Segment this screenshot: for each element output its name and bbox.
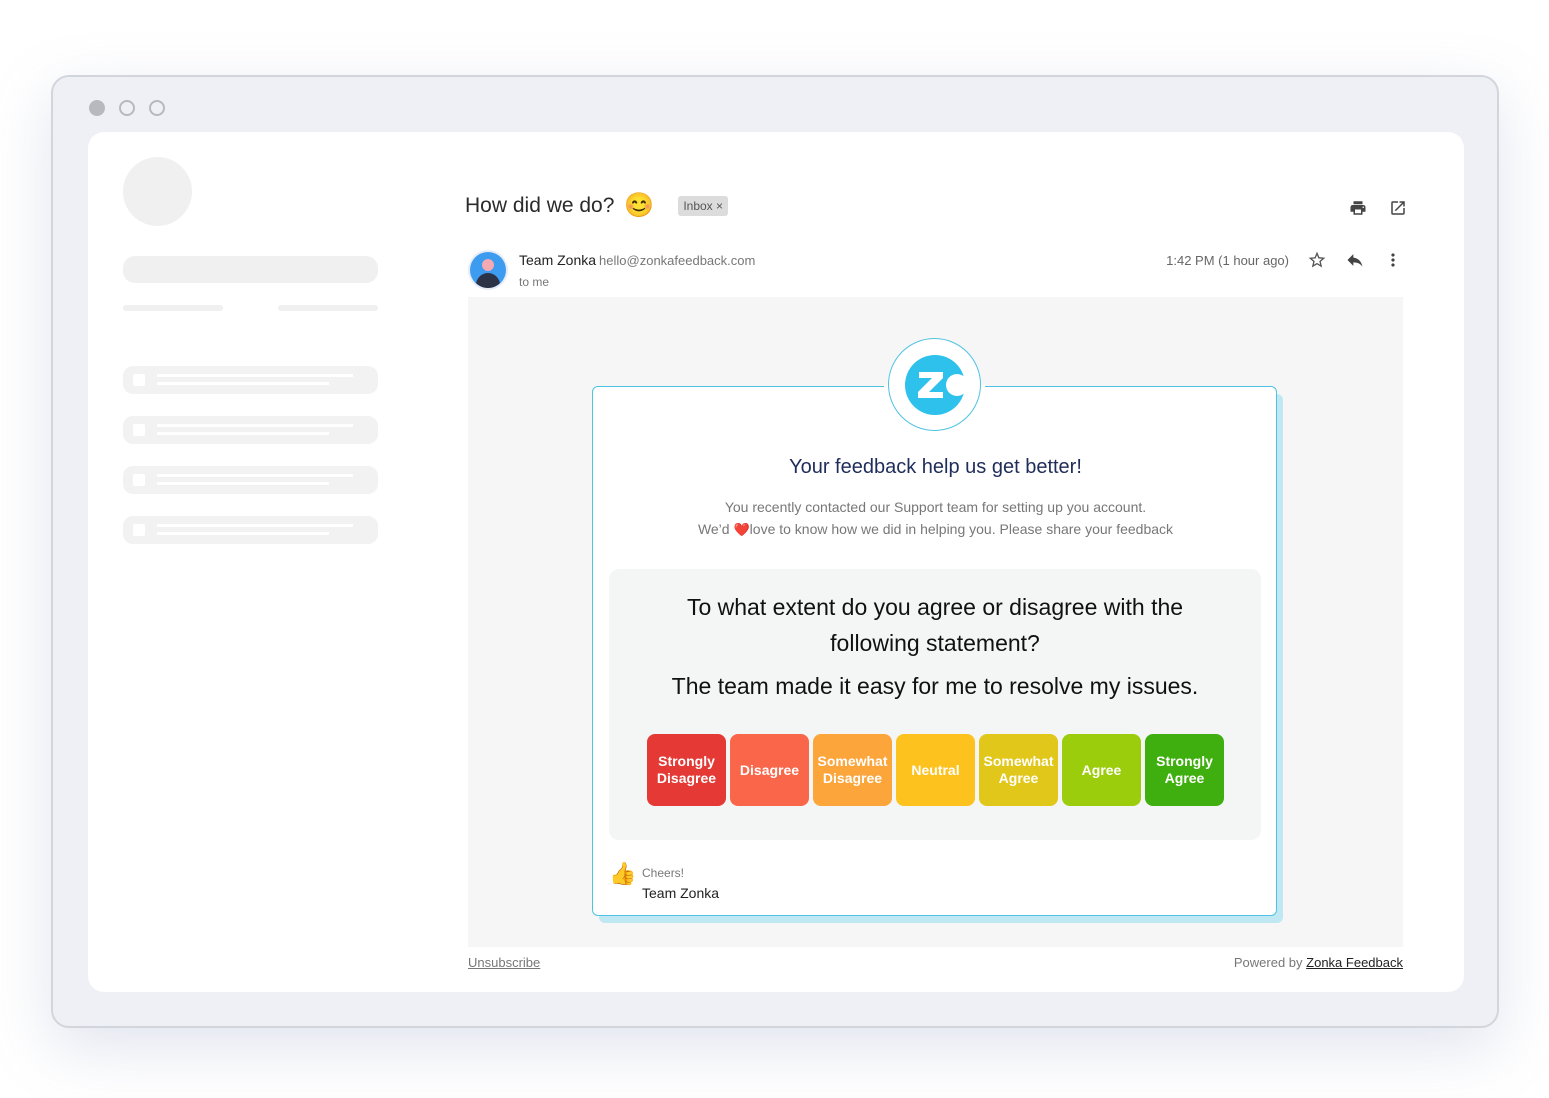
reply-icon[interactable] <box>1345 250 1365 270</box>
powered-by: Powered by Zonka Feedback <box>1234 955 1403 970</box>
thumbs-up-icon: 👍 <box>609 861 637 886</box>
smile-emoji-icon: 😊 <box>624 192 655 219</box>
survey-description-line2: We’d ❤️love to know how we did in helpin… <box>593 518 1278 541</box>
header-actions <box>1348 198 1408 218</box>
zonka-logo-icon <box>904 354 965 415</box>
likert-scale: Strongly Disagree Disagree Somewhat Disagr… <box>647 734 1224 806</box>
skeleton-nav-item <box>123 516 378 544</box>
likert-option-strongly-disagree[interactable]: Strongly Disagree <box>647 734 726 806</box>
skeleton-line <box>278 305 378 311</box>
remove-label-icon[interactable]: × <box>716 199 723 213</box>
survey-headline: Your feedback help us get better! <box>789 456 1082 478</box>
signoff: Cheers! <box>642 866 685 880</box>
likert-option-somewhat-disagree[interactable]: Somewhat Disagree <box>813 734 892 806</box>
browser-window: How did we do? 😊 Inbox × Team Zonka hello… <box>51 75 1499 1028</box>
inbox-label-text: Inbox <box>683 199 713 213</box>
likert-option-somewhat-agree[interactable]: Somewhat Agree <box>979 734 1058 806</box>
skeleton-nav-item <box>123 366 378 394</box>
sender-name: Team Zonka hello@zonkafeedback.com <box>519 252 755 268</box>
likert-option-strongly-agree[interactable]: Strongly Agree <box>1145 734 1224 806</box>
mail-client: How did we do? 😊 Inbox × Team Zonka hello… <box>88 132 1464 992</box>
skeleton-nav-item <box>123 466 378 494</box>
window-minimize-dot[interactable] <box>119 100 135 116</box>
email-body: Your feedback help us get better! You re… <box>468 297 1403 947</box>
likert-option-agree[interactable]: Agree <box>1062 734 1141 806</box>
survey-description: You recently contacted our Support team … <box>593 496 1278 541</box>
email-subject-row: How did we do? 😊 Inbox × <box>465 192 729 219</box>
skeleton-compose <box>123 256 378 283</box>
window-maximize-dot[interactable] <box>149 100 165 116</box>
sender-avatar[interactable] <box>468 250 508 290</box>
inbox-label: Inbox × <box>678 196 729 216</box>
powered-by-text: Powered by <box>1233 955 1303 970</box>
sender-name-text: Team Zonka <box>519 252 597 268</box>
likert-option-neutral[interactable]: Neutral <box>896 734 975 806</box>
survey-description-line1: You recently contacted our Support team … <box>724 499 1147 515</box>
window-controls <box>89 100 165 116</box>
email-meta: 1:42 PM (1 hour ago) <box>1166 250 1403 270</box>
unsubscribe-link[interactable]: Unsubscribe <box>468 955 540 970</box>
desc-text-pre: We’d <box>697 521 730 537</box>
likert-option-disagree[interactable]: Disagree <box>730 734 809 806</box>
star-icon[interactable] <box>1307 250 1327 270</box>
sender-row: Team Zonka hello@zonkafeedback.com to me … <box>468 248 1403 292</box>
recipient[interactable]: to me <box>519 275 549 289</box>
email-subject: How did we do? <box>465 194 615 217</box>
zonka-logo <box>888 338 981 431</box>
skeleton-avatar <box>123 157 192 226</box>
skeleton-line <box>123 305 223 311</box>
print-icon[interactable] <box>1348 198 1368 218</box>
email-time: 1:42 PM (1 hour ago) <box>1166 252 1289 268</box>
window-close-dot[interactable] <box>89 100 105 116</box>
zonka-feedback-link[interactable]: Zonka Feedback <box>1306 955 1403 970</box>
more-vertical-icon[interactable] <box>1383 250 1403 270</box>
skeleton-nav-item <box>123 416 378 444</box>
question-text-span: To what extent do you agree or disagree … <box>686 594 1184 656</box>
question-text: To what extent do you agree or disagree … <box>609 589 1261 661</box>
signature: Team Zonka <box>642 885 720 901</box>
question-box: To what extent do you agree or disagree … <box>609 569 1261 840</box>
heart-icon: ❤️ <box>733 522 750 537</box>
sender-email: hello@zonkafeedback.com <box>599 253 756 268</box>
statement-text: The team made it easy for me to resolve … <box>671 673 1199 699</box>
survey-card: Your feedback help us get better! You re… <box>592 386 1277 916</box>
desc-text-post: love to know how we did in helping you. … <box>749 521 1174 537</box>
open-external-icon[interactable] <box>1388 198 1408 218</box>
